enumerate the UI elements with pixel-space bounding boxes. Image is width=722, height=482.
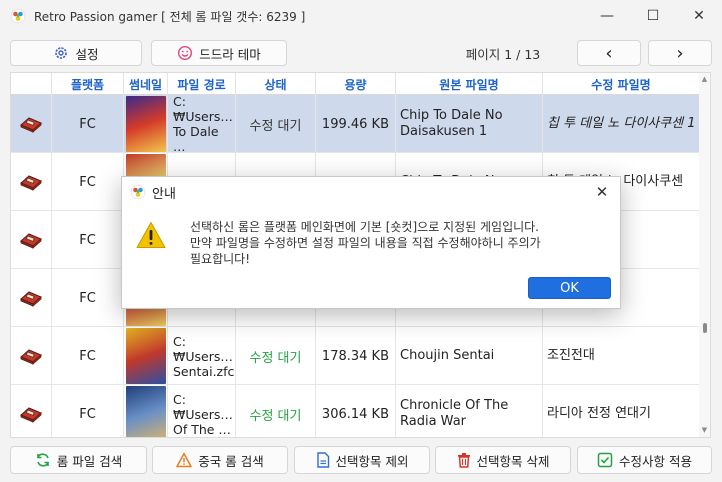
- dialog-title: 안내: [152, 186, 176, 202]
- modified-name-cell[interactable]: 조진전대: [543, 327, 700, 385]
- chevron-left-icon: ‹: [605, 42, 613, 64]
- status-cell: 수정 대기: [236, 95, 316, 153]
- window-titlebar: Retro Passion gamer [ 전체 롬 파일 갯수: 6239 ]…: [0, 0, 722, 32]
- platform-cell: FC: [52, 269, 124, 327]
- status-cell: 수정 대기: [236, 385, 316, 437]
- platform-icon-cell: [11, 95, 52, 153]
- checkbox-icon: [597, 452, 613, 468]
- settings-button-label: 설정: [75, 46, 99, 62]
- close-window-button[interactable]: ✕: [676, 0, 722, 32]
- chevron-right-icon: ›: [676, 42, 684, 64]
- delete-selected-label: 선택항목 삭제: [476, 453, 550, 469]
- famicom-console-icon: [20, 291, 42, 307]
- dialog-message-line: 선택하신 롬은 플랫폼 메인화면에 기본 [숏컷]으로 지정된 게임입니다.: [190, 220, 540, 234]
- apply-changes-label: 수정사항 적용: [619, 453, 692, 469]
- platform-cell: FC: [52, 385, 124, 437]
- minimize-button[interactable]: —: [584, 0, 630, 32]
- platform-cell: FC: [52, 211, 124, 269]
- thumbnail-cell[interactable]: [124, 385, 168, 437]
- delete-selected-button[interactable]: 선택항목 삭제: [435, 446, 571, 474]
- table-row[interactable]: FC C: ₩Users… To Dale … 수정 대기 199.46 KB …: [11, 95, 700, 153]
- modified-name-cell[interactable]: 칩 투 데일 노 다이사쿠센 1: [543, 95, 700, 153]
- gear-icon: [55, 47, 68, 59]
- scroll-up-icon[interactable]: ▲: [701, 76, 708, 83]
- table-row[interactable]: FC C: ₩Users… Of The … 수정 대기 306.14 KB C…: [11, 385, 700, 437]
- window-title: Retro Passion gamer [ 전체 롬 파일 갯수: 6239 ]: [34, 9, 306, 24]
- file-path-cell: C: ₩Users… Sentai.zfc: [168, 327, 236, 385]
- exclude-selected-label: 선택항목 제외: [335, 453, 409, 469]
- header-file-path[interactable]: 파일 경로: [168, 73, 236, 95]
- scroll-down-icon[interactable]: ▼: [701, 427, 708, 434]
- platform-icon-cell: [11, 327, 52, 385]
- theme-button-label: 드드라 테마: [199, 46, 261, 62]
- vertical-scrollbar[interactable]: ▲ ▼: [699, 73, 710, 437]
- famicom-console-icon: [20, 175, 42, 191]
- header-platform[interactable]: 플랫폼: [52, 73, 124, 95]
- status-cell: 수정 대기: [236, 327, 316, 385]
- platform-icon-cell: [11, 385, 52, 437]
- original-name-cell: Choujin Sentai: [396, 327, 543, 385]
- app-logo-icon: [130, 184, 146, 200]
- platform-cell: FC: [52, 95, 124, 153]
- platform-icon-cell: [11, 211, 52, 269]
- duplicate-search-button[interactable]: 중국 롬 검색: [152, 446, 288, 474]
- famicom-console-icon: [20, 349, 42, 365]
- header-thumbnail[interactable]: 썸네일: [124, 73, 168, 95]
- platform-cell: FC: [52, 327, 124, 385]
- platform-icon-cell: [11, 153, 52, 211]
- apply-changes-button[interactable]: 수정사항 적용: [577, 446, 712, 474]
- rom-search-label: 롬 파일 검색: [56, 453, 123, 469]
- notice-dialog: 안내 ✕ 선택하신 롬은 플랫폼 메인화면에 기본 [숏컷]으로 지정된 게임입…: [121, 176, 621, 309]
- thumbnail-cell[interactable]: [124, 95, 168, 153]
- original-name-cell: Chronicle Of The Radia War: [396, 385, 543, 437]
- dialog-close-button[interactable]: ✕: [592, 182, 612, 202]
- size-cell: 178.34 KB: [316, 327, 396, 385]
- rom-search-button[interactable]: 롬 파일 검색: [10, 446, 147, 474]
- warning-outline-icon: [176, 452, 193, 468]
- famicom-console-icon: [20, 117, 42, 133]
- duplicate-search-label: 중국 롬 검색: [198, 453, 264, 469]
- file-path-cell: C: ₩Users… To Dale …: [168, 95, 236, 153]
- page-indicator: 페이지 1 / 13: [465, 47, 541, 62]
- app-logo-icon: [10, 8, 26, 24]
- smiley-icon: [178, 45, 193, 61]
- theme-button[interactable]: 드드라 테마: [151, 40, 287, 66]
- warning-icon: [136, 222, 166, 248]
- file-path-cell: C: ₩Users… Of The …: [168, 385, 236, 437]
- header-modified-name[interactable]: 수정 파일명: [543, 73, 700, 95]
- refresh-icon: [36, 453, 49, 467]
- table-header: 플랫폼 썸네일 파일 경로 상태 용량 원본 파일명 수정 파일명: [11, 73, 700, 95]
- settings-button[interactable]: 설정: [10, 40, 142, 66]
- maximize-button[interactable]: ☐: [630, 0, 676, 32]
- next-page-button[interactable]: ›: [648, 40, 712, 66]
- dialog-message-line: 필요합니다!: [190, 252, 251, 266]
- prev-page-button[interactable]: ‹: [577, 40, 641, 66]
- thumbnail-image[interactable]: [125, 96, 166, 152]
- modified-name-cell[interactable]: 라디아 전정 연대기: [543, 385, 700, 437]
- close-icon: ✕: [595, 183, 609, 201]
- famicom-console-icon: [20, 407, 42, 423]
- scroll-thumb[interactable]: [703, 323, 707, 333]
- platform-icon-cell: [11, 269, 52, 327]
- exclude-selected-button[interactable]: 선택항목 제외: [294, 446, 430, 474]
- size-cell: 306.14 KB: [316, 385, 396, 437]
- trash-icon: [457, 453, 470, 468]
- size-cell: 199.46 KB: [316, 95, 396, 153]
- original-name-cell: Chip To Dale No Daisakusen 1: [396, 95, 543, 153]
- thumbnail-image[interactable]: [125, 386, 166, 437]
- famicom-console-icon: [20, 233, 42, 249]
- header-original-name[interactable]: 원본 파일명: [396, 73, 543, 95]
- header-size[interactable]: 용량: [316, 73, 396, 95]
- header-icon-column: [11, 73, 52, 95]
- document-icon: [316, 452, 329, 468]
- platform-cell: FC: [52, 153, 124, 211]
- thumbnail-cell[interactable]: [124, 327, 168, 385]
- ok-button[interactable]: OK: [528, 277, 611, 299]
- dialog-titlebar: 안내: [122, 177, 620, 207]
- thumbnail-image[interactable]: [125, 328, 166, 384]
- dialog-message-line: 만약 파일명을 수정하면 설정 파일의 내용을 직접 수정해야하니 주의가: [190, 236, 541, 250]
- table-row[interactable]: FC C: ₩Users… Sentai.zfc 수정 대기 178.34 KB…: [11, 327, 700, 385]
- dialog-message: 선택하신 롬은 플랫폼 메인화면에 기본 [숏컷]으로 지정된 게임입니다. 만…: [190, 219, 610, 267]
- header-status[interactable]: 상태: [236, 73, 316, 95]
